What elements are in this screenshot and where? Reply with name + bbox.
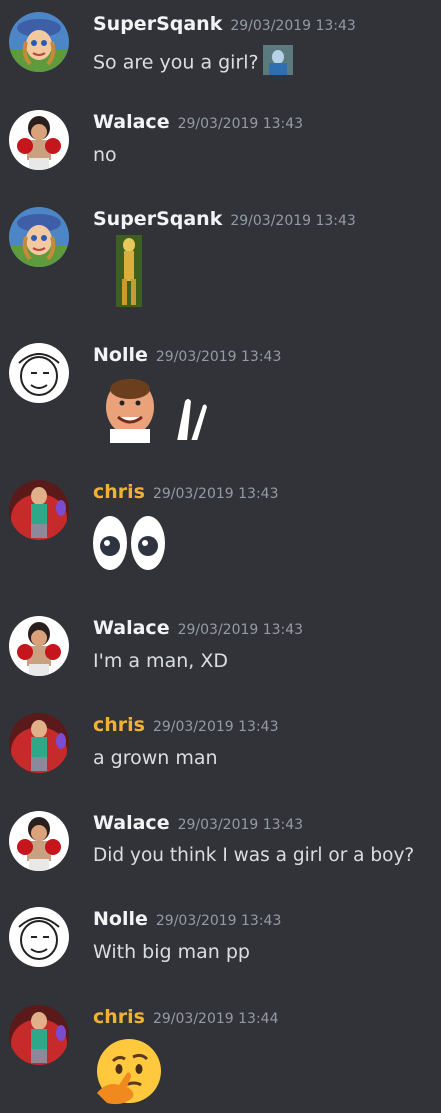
- timestamp: 29/03/2019 13:43: [152, 719, 279, 735]
- avatar[interactable]: [9, 811, 69, 871]
- boxer-avatar: [9, 811, 69, 871]
- timestamp: 29/03/2019 13:43: [230, 18, 356, 34]
- timestamp: 29/03/2019 13:44: [152, 1011, 279, 1027]
- avatar[interactable]: [9, 343, 69, 403]
- avatar[interactable]: [9, 1005, 69, 1065]
- timestamp: 29/03/2019 13:43: [152, 486, 279, 502]
- avatar[interactable]: [9, 12, 69, 72]
- tall-yellow-figure-emoji: [116, 235, 142, 311]
- sketch-face-avatar: [9, 907, 69, 967]
- timestamp: 29/03/2019 13:43: [155, 349, 282, 365]
- avatar[interactable]: [9, 110, 69, 170]
- message-text: So are you a girl?: [93, 45, 293, 81]
- timestamp: 29/03/2019 13:43: [230, 213, 356, 229]
- message-text: With big man pp: [93, 941, 250, 963]
- message-text: I'm a man, XD: [93, 650, 228, 672]
- eyes-emoji: [92, 514, 166, 576]
- message-text: a grown man: [93, 747, 218, 769]
- timestamp: 29/03/2019 13:43: [177, 817, 304, 833]
- message-text: no: [93, 144, 117, 166]
- author-name[interactable]: Walace: [93, 617, 170, 639]
- red-chair-avatar: [9, 480, 69, 540]
- blue-hat-girl-avatar: [9, 207, 69, 267]
- avatar[interactable]: [9, 480, 69, 540]
- laughing-man-and-clap-emoji: [100, 371, 210, 447]
- author-name[interactable]: SuperSqank: [93, 13, 222, 35]
- timestamp: 29/03/2019 13:43: [177, 116, 304, 132]
- author-name[interactable]: Walace: [93, 812, 170, 834]
- avatar[interactable]: [9, 207, 69, 267]
- author-name[interactable]: SuperSqank: [93, 208, 222, 230]
- message-text: Did you think I was a girl or a boy?: [93, 845, 415, 866]
- red-chair-avatar: [9, 713, 69, 773]
- author-name[interactable]: chris: [93, 481, 145, 503]
- avatar[interactable]: [9, 907, 69, 967]
- author-name[interactable]: Nolle: [93, 344, 148, 366]
- small-image-emoji: [262, 45, 293, 81]
- message-content: So are you a girl?: [93, 51, 259, 74]
- author-name[interactable]: Nolle: [93, 908, 148, 930]
- timestamp: 29/03/2019 13:43: [155, 913, 282, 929]
- avatar[interactable]: [9, 616, 69, 676]
- avatar[interactable]: [9, 713, 69, 773]
- timestamp: 29/03/2019 13:43: [177, 622, 304, 638]
- thinking-face-emoji: [93, 1037, 165, 1113]
- author-name[interactable]: chris: [93, 714, 145, 736]
- boxer-avatar: [9, 616, 69, 676]
- blue-hat-girl-avatar: [9, 12, 69, 72]
- boxer-avatar: [9, 110, 69, 170]
- author-name[interactable]: Walace: [93, 111, 170, 133]
- author-name[interactable]: chris: [93, 1006, 145, 1028]
- red-chair-avatar: [9, 1005, 69, 1065]
- sketch-face-avatar: [9, 343, 69, 403]
